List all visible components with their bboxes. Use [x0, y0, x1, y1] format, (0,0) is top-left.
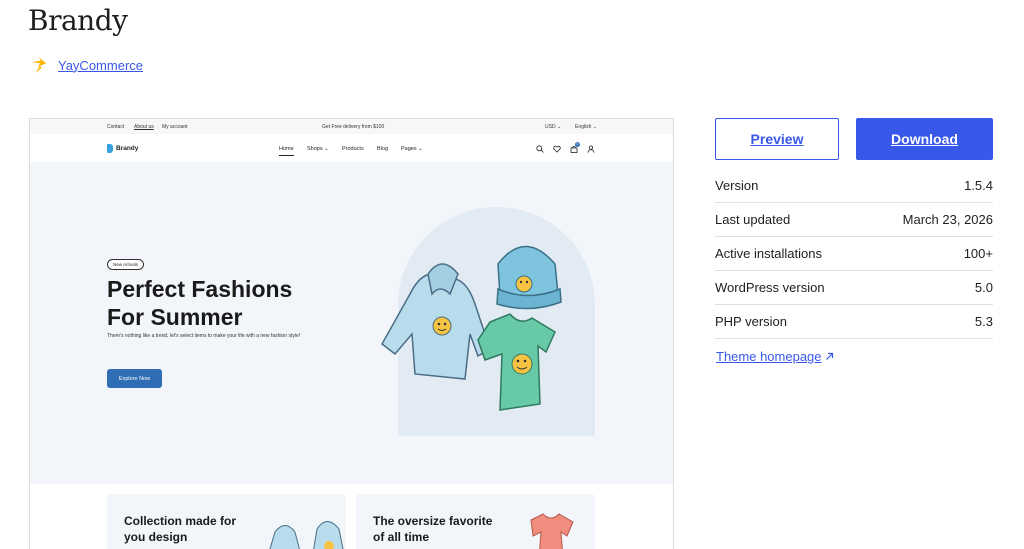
hero-headline: Perfect Fashions For Summer	[107, 275, 367, 331]
card-2-line1: The oversize favorite	[373, 514, 493, 528]
meta-value: 5.3	[974, 314, 993, 329]
search-icon	[536, 145, 544, 153]
hero-headline-line1: Perfect Fashions	[107, 276, 293, 302]
meta-label: Last updated	[715, 212, 791, 227]
theme-homepage-label: Theme homepage	[716, 349, 822, 364]
meta-row-php-version: PHP version 5.3	[715, 305, 993, 339]
preview-collection-cards: Collection made for you design The overs…	[30, 484, 673, 549]
hoodie-thumbnail-illustration	[269, 521, 344, 549]
meta-label: PHP version	[715, 314, 788, 329]
theme-screenshot: Contact About us My account Get Free del…	[29, 118, 674, 549]
card-1-line2: you design	[124, 530, 188, 544]
meta-row-last-updated: Last updated March 23, 2026	[715, 203, 993, 237]
card-1-line1: Collection made for	[124, 514, 237, 528]
theme-author: YayCommerce	[30, 55, 143, 75]
meta-label: Active installations	[715, 246, 822, 261]
hoodie-illustration	[381, 263, 491, 380]
hero-clothing-illustration	[381, 245, 562, 411]
hero-headline-line2: For Summer	[107, 304, 243, 330]
preview-link-account: My account	[162, 124, 188, 130]
preview-hero: New Arrivals Perfect Fashions For Summer…	[30, 162, 673, 484]
preview-promo: Get Free delivery from $100	[322, 124, 385, 130]
preview-navbar: Brandy Home Shops ⌄ Products Blog Pages …	[30, 134, 673, 162]
oversize-tshirt-illustration	[530, 513, 574, 549]
heart-icon	[553, 145, 561, 153]
external-link-icon	[825, 352, 833, 360]
download-button[interactable]: Download	[856, 118, 993, 160]
hero-subtitle: There's nothing like a trend, let's sele…	[107, 333, 301, 339]
beanie-illustration	[496, 245, 562, 310]
meta-value: March 23, 2026	[902, 212, 993, 227]
meta-value: 5.0	[974, 280, 993, 295]
meta-label: Version	[715, 178, 759, 193]
author-link[interactable]: YayCommerce	[58, 58, 143, 73]
preview-nav-home: Home	[279, 146, 294, 156]
brandy-logo-icon	[107, 144, 113, 153]
theme-homepage-link[interactable]: Theme homepage	[716, 349, 834, 364]
preview-nav-blog: Blog	[377, 146, 389, 152]
preview-logo-text: Brandy	[116, 145, 139, 152]
yaycommerce-logo-icon	[31, 56, 47, 74]
preview-link-contact: Contact	[107, 124, 125, 130]
theme-meta-list: Version 1.5.4 Last updated March 23, 202…	[715, 169, 993, 339]
meta-row-wordpress-version: WordPress version 5.0	[715, 271, 993, 305]
collection-card-1: Collection made for you design	[107, 494, 346, 549]
tshirt-illustration	[477, 313, 556, 411]
preview-link-about: About us	[134, 124, 154, 130]
meta-value: 100+	[963, 246, 993, 261]
preview-currency: USD ⌄	[545, 124, 562, 130]
preview-topbar: Contact About us My account Get Free del…	[30, 119, 673, 134]
meta-label: WordPress version	[715, 280, 825, 295]
preview-button[interactable]: Preview	[715, 118, 839, 160]
new-arrivals-badge: New Arrivals	[107, 259, 145, 270]
user-icon	[587, 145, 595, 153]
preview-nav-products: Products	[342, 146, 364, 152]
collection-card-2: The oversize favorite of all time	[356, 494, 595, 549]
explore-now-button: Explore Now	[107, 369, 162, 388]
preview-nav-shops: Shops ⌄	[307, 146, 329, 152]
meta-row-version: Version 1.5.4	[715, 169, 993, 203]
preview-nav-pages: Pages ⌄	[401, 146, 423, 152]
theme-title: Brandy	[28, 4, 128, 37]
meta-value: 1.5.4	[964, 178, 993, 193]
preview-logo: Brandy	[107, 144, 138, 153]
card-2-line2: of all time	[373, 530, 430, 544]
cart-count-badge: 0	[575, 142, 580, 147]
meta-row-active-installations: Active installations 100+	[715, 237, 993, 271]
preview-language: English ⌄	[575, 124, 597, 130]
